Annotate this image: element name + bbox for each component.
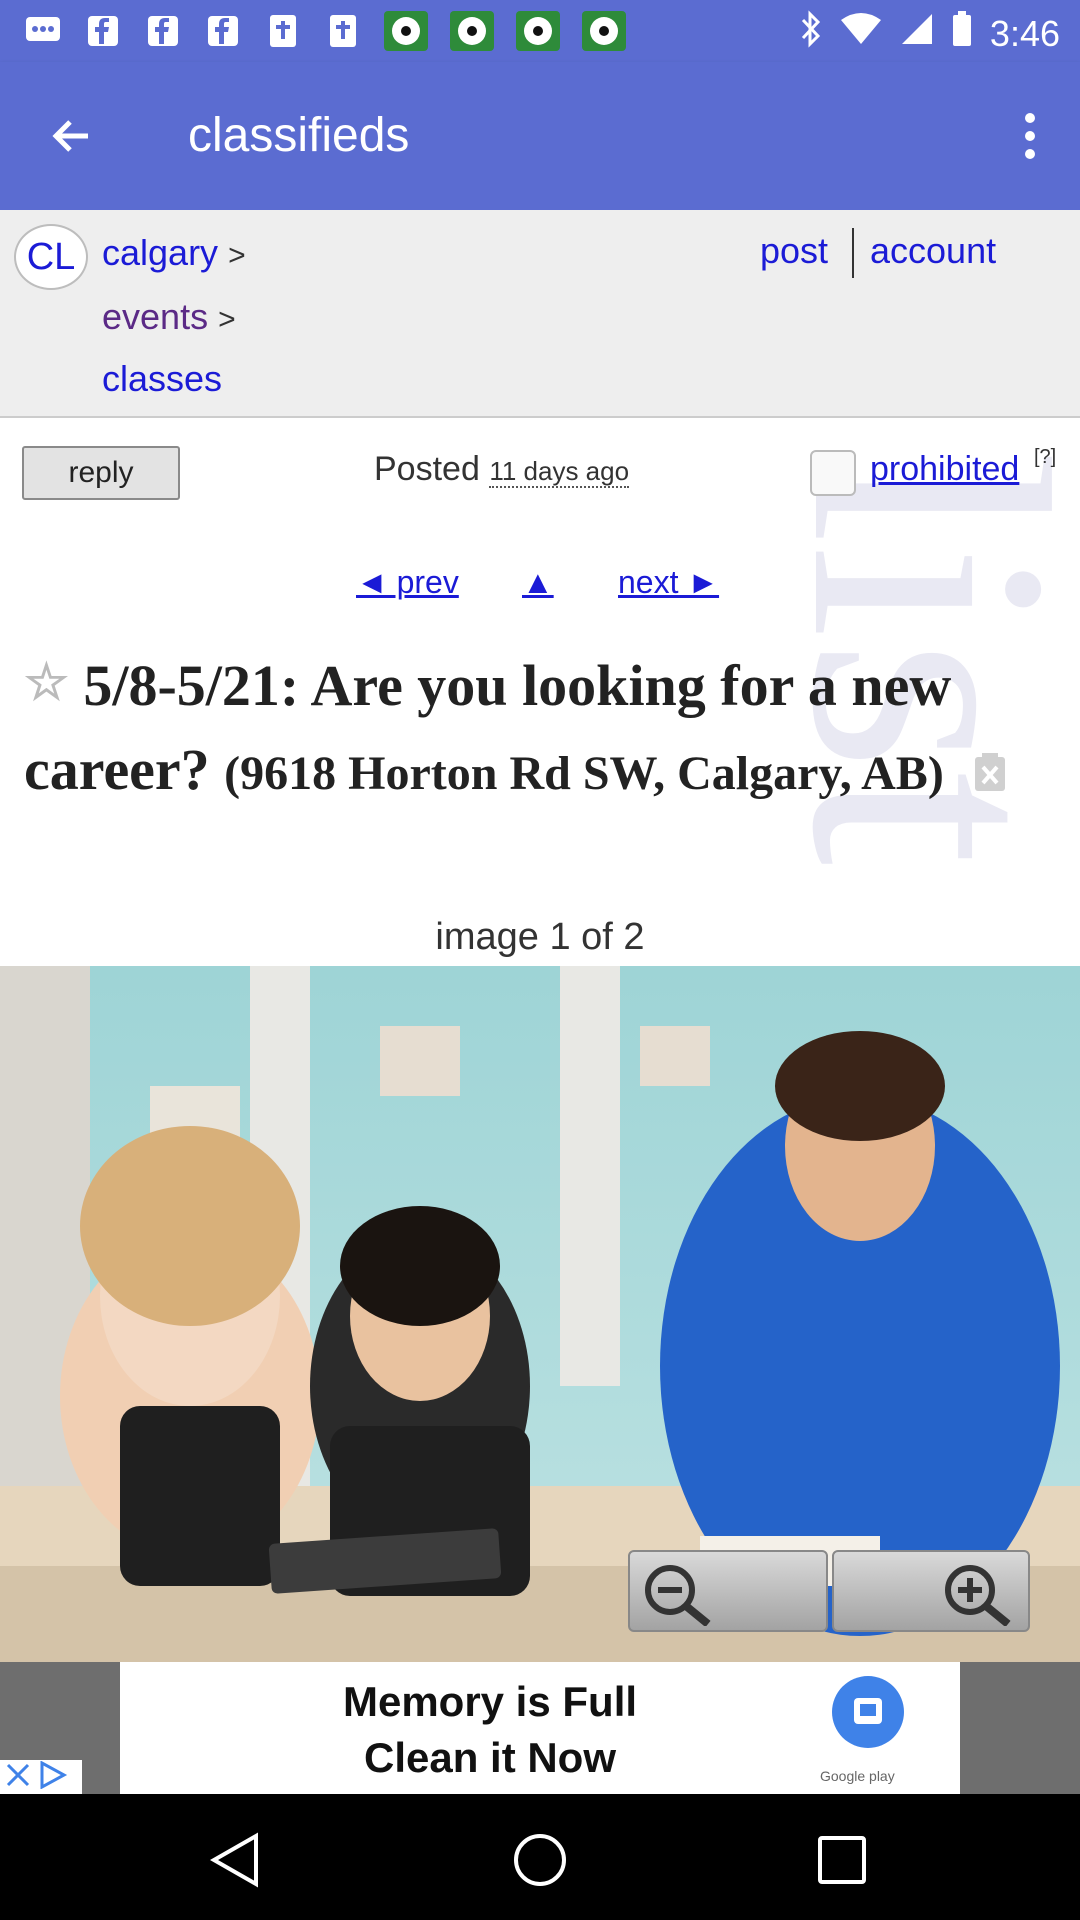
- clock: 3:46: [989, 12, 1060, 54]
- web-page: CL calgary > events > classes post accou…: [0, 210, 1080, 1794]
- hide-posting-icon[interactable]: [972, 732, 1008, 791]
- battery-icon: [952, 11, 972, 56]
- image-caption: image 1 of 2: [435, 916, 645, 958]
- wifi-icon: [840, 12, 882, 55]
- bible-icon: [262, 12, 304, 50]
- account-link[interactable]: account: [870, 230, 996, 272]
- status-bar: 3:46: [0, 0, 1080, 62]
- pager: ◄ prev ▲ next ►: [0, 564, 1080, 614]
- ad-banner[interactable]: Memory is Full Clean it Now Google play: [0, 1662, 1080, 1794]
- site-header: CL calgary > events > classes post accou…: [0, 210, 1080, 418]
- next-link[interactable]: next ►: [618, 564, 719, 601]
- recents-nav-icon[interactable]: [816, 1834, 868, 1891]
- notification-icons: [22, 11, 628, 51]
- posted-ago: 11 days ago: [489, 456, 630, 488]
- favorite-star-icon[interactable]: ☆: [24, 654, 69, 710]
- back-nav-icon[interactable]: [208, 1832, 264, 1893]
- close-ad-icon[interactable]: [4, 1761, 32, 1794]
- prev-link[interactable]: ◄ prev: [356, 564, 459, 601]
- prohibited-checkbox[interactable]: [810, 450, 856, 496]
- breadcrumb-classes[interactable]: classes: [102, 358, 222, 400]
- facebook-icon: [142, 12, 184, 50]
- zoom-in-button[interactable]: [832, 1550, 1030, 1632]
- bible-icon: [322, 12, 364, 50]
- back-arrow-icon[interactable]: [42, 106, 102, 166]
- help-link[interactable]: [?]: [1034, 446, 1056, 469]
- posting-title: ☆ 5/8-5/21: Are you looking for a new ca…: [24, 640, 1044, 816]
- message-icon: [22, 12, 64, 50]
- craigslist-logo[interactable]: CL: [14, 224, 88, 290]
- bluetooth-icon: [800, 10, 822, 57]
- soccer-ball-icon: [514, 11, 562, 51]
- up-link[interactable]: ▲: [522, 564, 554, 601]
- ad-content[interactable]: Memory is Full Clean it Now Google play: [120, 1662, 960, 1794]
- app-bar: classifieds: [0, 62, 1080, 210]
- zoom-out-button[interactable]: [628, 1550, 828, 1632]
- post-link[interactable]: post: [760, 230, 828, 272]
- posted-date: Posted 11 days ago: [374, 450, 630, 488]
- home-nav-icon[interactable]: [510, 1830, 570, 1895]
- prohibited-link[interactable]: prohibited: [870, 450, 1019, 489]
- breadcrumb-events[interactable]: events >: [102, 296, 236, 338]
- signal-icon: [900, 12, 934, 55]
- cleaner-app-icon: [830, 1674, 906, 1755]
- soccer-ball-icon: [382, 11, 430, 51]
- reply-button[interactable]: reply: [22, 446, 180, 500]
- navigation-bar: [0, 1794, 1080, 1920]
- ad-text: Memory is Full Clean it Now: [342, 1678, 638, 1781]
- soccer-ball-icon: [448, 11, 496, 51]
- more-options-icon[interactable]: [1010, 106, 1050, 166]
- system-tray: 3:46: [800, 10, 1060, 57]
- breadcrumb-calgary[interactable]: calgary >: [102, 232, 246, 274]
- posting-location: (9618 Horton Rd SW, Calgary, AB): [224, 747, 944, 800]
- adchoices-icon[interactable]: [38, 1759, 74, 1794]
- google-play-badge: Google play: [820, 1768, 895, 1784]
- facebook-icon: [82, 12, 124, 50]
- header-divider: [852, 228, 854, 278]
- app-title: classifieds: [188, 109, 410, 162]
- soccer-ball-icon: [580, 11, 628, 51]
- facebook-icon: [202, 12, 244, 50]
- ad-controls: [0, 1759, 82, 1794]
